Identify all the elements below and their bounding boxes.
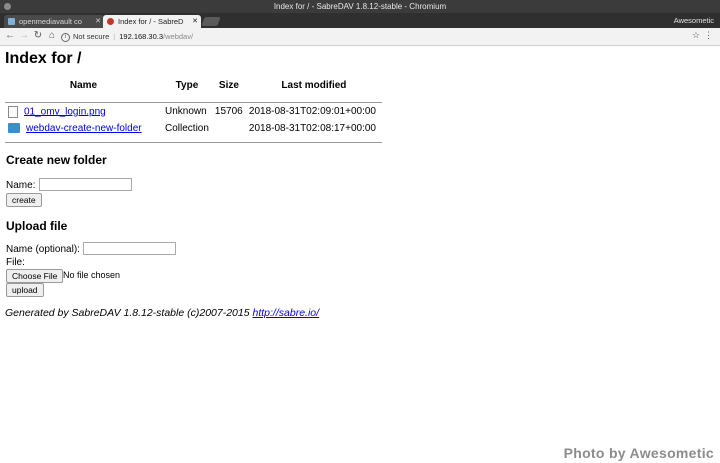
folder-name-input[interactable] xyxy=(39,178,132,191)
page-title: Index for / xyxy=(5,50,82,67)
tab-strip: openmediavault co ✕ Index for / - SabreD… xyxy=(0,13,720,28)
menu-dots-icon[interactable]: ⋮ xyxy=(704,30,713,41)
sabredav-favicon-icon xyxy=(107,18,114,25)
photo-watermark: Photo by Awesometic xyxy=(563,445,714,461)
window-close-icon[interactable] xyxy=(4,3,11,10)
tab-close-icon[interactable]: ✕ xyxy=(192,15,198,28)
reload-icon[interactable]: ↻ xyxy=(32,30,44,42)
browser-toolbar: ← → ↻ ⌂ i Not secure | 192.168.30.3/webdav/… xyxy=(0,28,720,46)
row-type: Unknown xyxy=(165,106,207,117)
address-bar[interactable]: i Not secure | 192.168.30.3/webdav/ xyxy=(61,30,701,43)
address-path: /webdav/ xyxy=(163,32,194,41)
bookmark-star-icon[interactable]: ☆ xyxy=(692,30,700,41)
column-header-size: Size xyxy=(218,80,239,91)
table-row: 01_omv_login.png Unknown 15706 2018-08-3… xyxy=(5,103,382,120)
upload-heading: Upload file xyxy=(6,219,68,233)
footer-divider xyxy=(5,142,382,143)
security-label: Not secure xyxy=(73,32,110,41)
tab-label: Index for / - SabreD xyxy=(118,17,184,26)
openmediavault-favicon-icon xyxy=(8,18,15,25)
file-label: File: xyxy=(6,257,25,268)
column-header-name: Name xyxy=(69,80,98,91)
file-link[interactable]: 01_omv_login.png xyxy=(24,106,106,117)
folder-icon xyxy=(8,123,20,134)
no-file-text: No file chosen xyxy=(63,270,121,280)
upload-button[interactable]: upload xyxy=(6,283,44,297)
column-header-modified: Last modified xyxy=(281,80,347,91)
info-icon[interactable]: i xyxy=(61,32,70,42)
upload-name-label: Name (optional): xyxy=(6,244,80,255)
tab-label: openmediavault co xyxy=(19,17,82,26)
sabre-link[interactable]: http://sabre.io/ xyxy=(253,307,320,319)
upload-name-input[interactable] xyxy=(83,242,176,255)
window-title-bar: Index for / - SabreDAV 1.8.12-stable - C… xyxy=(0,0,720,13)
row-modified: 2018-08-31T02:08:17+00:00 xyxy=(248,123,376,134)
file-listing-table: Name Type Size Last modified 01_omv_logi… xyxy=(5,78,382,143)
page-content: Index for / Name Type Size Last modified… xyxy=(0,46,720,463)
row-modified: 2018-08-31T02:09:01+00:00 xyxy=(248,106,376,117)
profile-name[interactable]: Awesometic xyxy=(674,13,714,28)
page-footer: Generated by SabreDAV 1.8.12-stable (c)2… xyxy=(5,307,319,319)
row-size xyxy=(212,120,246,137)
create-button[interactable]: create xyxy=(6,193,42,207)
window-title: Index for / - SabreDAV 1.8.12-stable - C… xyxy=(273,2,447,11)
create-folder-heading: Create new folder xyxy=(6,153,107,167)
home-icon[interactable]: ⌂ xyxy=(46,30,58,42)
row-size: 15706 xyxy=(214,106,243,117)
file-icon xyxy=(8,105,18,118)
folder-name-label: Name: xyxy=(6,180,36,191)
footer-text: Generated by SabreDAV 1.8.12-stable (c)2… xyxy=(5,307,253,319)
address-separator: | xyxy=(113,32,116,41)
tab-openmediavault[interactable]: openmediavault co ✕ xyxy=(4,15,104,28)
row-type: Collection xyxy=(165,123,209,134)
table-row: webdav-create-new-folder Collection 2018… xyxy=(5,120,382,137)
address-host: 192.168.30.3 xyxy=(119,32,164,41)
new-tab-button[interactable] xyxy=(201,17,221,26)
back-arrow-icon[interactable]: ← xyxy=(4,30,16,42)
forward-arrow-icon[interactable]: → xyxy=(18,30,30,42)
column-header-type: Type xyxy=(175,80,199,91)
tab-index[interactable]: Index for / - SabreD ✕ xyxy=(103,15,201,28)
tab-close-icon[interactable]: ✕ xyxy=(95,15,101,28)
choose-file-button[interactable]: Choose File xyxy=(6,269,64,283)
folder-link[interactable]: webdav-create-new-folder xyxy=(26,123,142,134)
table-header-row: Name Type Size Last modified xyxy=(5,78,382,93)
